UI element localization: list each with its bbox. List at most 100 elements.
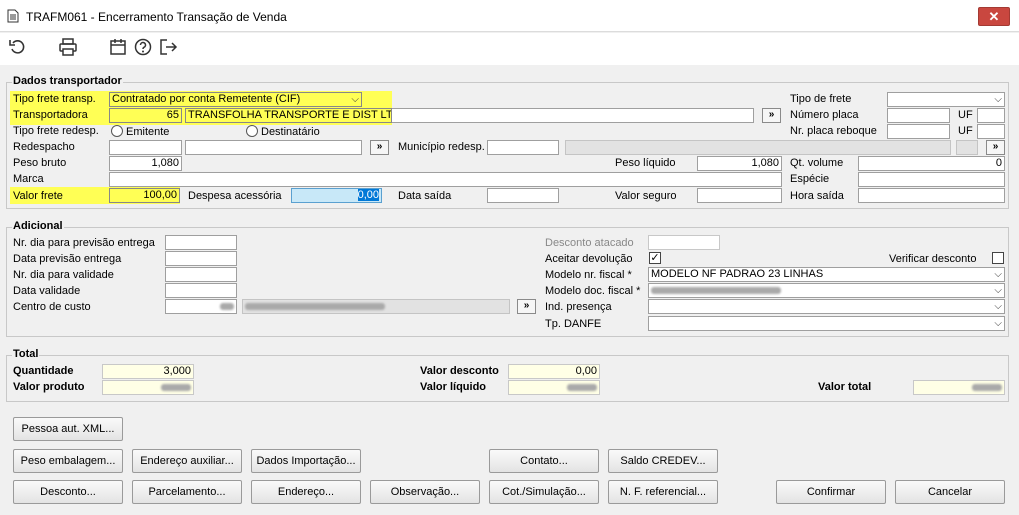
document-icon [7, 9, 19, 23]
qt-volume-input[interactable]: 0 [858, 156, 1005, 171]
numero-placa-input[interactable] [887, 108, 950, 123]
parcelamento-button[interactable]: Parcelamento... [132, 480, 242, 504]
tipo-de-frete-select[interactable]: ⌵ [887, 92, 1005, 107]
valor-produto-label: Valor produto [13, 381, 85, 393]
peso-embalagem-button[interactable]: Peso embalagem... [13, 449, 123, 473]
hora-saida-input[interactable] [858, 188, 1005, 203]
marca-label: Marca [13, 173, 44, 185]
nf-referencial-button[interactable]: N. F. referencial... [608, 480, 718, 504]
help-icon[interactable] [133, 37, 153, 57]
modelo-nr-fiscal-value: MODELO NF PADRAO 23 LINHAS [651, 268, 824, 280]
transportadora-label: Transportadora [13, 109, 88, 121]
nr-dia-valid-input[interactable] [165, 267, 237, 282]
redacted-code [220, 302, 234, 310]
cancelar-button[interactable]: Cancelar [895, 480, 1005, 504]
redespacho-name-input[interactable] [185, 140, 362, 155]
peso-liquido-label: Peso líquido [615, 157, 676, 169]
despesa-input[interactable]: 0,00 [291, 188, 382, 203]
endereco-auxiliar-button[interactable]: Endereço auxiliar... [132, 449, 242, 473]
centro-custo-code-input[interactable] [165, 299, 237, 314]
cot-simulacao-button[interactable]: Cot./Simulação... [489, 480, 599, 504]
transportadora-name-ext [392, 108, 754, 123]
dados-importacao-button[interactable]: Dados Importação... [251, 449, 361, 473]
valor-seguro-input[interactable] [697, 188, 782, 203]
transportadora-code-input[interactable]: 65 [109, 108, 182, 123]
modelo-nr-fiscal-select[interactable]: MODELO NF PADRAO 23 LINHAS ⌵ [648, 267, 1005, 282]
nr-dia-prev-input[interactable] [165, 235, 237, 250]
valor-produto-input [102, 380, 194, 395]
desconto-atacado-input [648, 235, 720, 250]
centro-custo-lookup-button[interactable]: » [517, 299, 536, 314]
calendar-icon[interactable] [108, 37, 128, 57]
especie-input[interactable] [858, 172, 1005, 187]
data-saida-label: Data saída [398, 190, 452, 202]
emitente-radio[interactable] [111, 125, 123, 137]
nr-placa-reboque-input[interactable] [887, 124, 950, 139]
destinatario-radio[interactable] [246, 125, 258, 137]
pessoa-aut-xml-button[interactable]: Pessoa aut. XML... [13, 417, 123, 441]
municipio-label: Município redesp. [398, 141, 485, 153]
print-icon[interactable] [58, 37, 78, 57]
tp-danfe-label: Tp. DANFE [545, 318, 602, 330]
nr-placa-reboque-label: Nr. placa reboque [790, 125, 877, 137]
redespacho-code-input[interactable] [109, 140, 182, 155]
saldo-credev-button[interactable]: Saldo CREDEV... [608, 449, 718, 473]
verificar-desconto-checkbox[interactable] [992, 252, 1004, 264]
redacted-valor-produto [161, 383, 191, 391]
peso-bruto-input[interactable]: 1,080 [109, 156, 182, 171]
nr-dia-valid-label: Nr. dia para validade [13, 269, 114, 281]
exit-icon[interactable] [158, 37, 178, 57]
hora-saida-label: Hora saída [790, 190, 844, 202]
placa-uf-input[interactable] [977, 108, 1005, 123]
redespacho-lookup-button[interactable]: » [370, 140, 389, 155]
confirmar-button[interactable]: Confirmar [776, 480, 886, 504]
municipio-uf-input [956, 140, 978, 155]
valor-frete-label: Valor frete [13, 190, 63, 202]
close-button[interactable]: ✕ [978, 7, 1010, 26]
tp-danfe-select[interactable]: ⌵ [648, 316, 1005, 331]
modelo-doc-fiscal-label: Modelo doc. fiscal * [545, 285, 641, 297]
marca-input[interactable] [109, 172, 782, 187]
tipo-frete-value: Contratado por conta Remetente (CIF) [112, 93, 301, 105]
valor-desconto-label: Valor desconto [420, 365, 499, 377]
tipo-frete-select[interactable]: Contratado por conta Remetente (CIF) ⌵ [109, 92, 362, 107]
centro-custo-name-input [242, 299, 510, 314]
aceitar-devolucao-checkbox[interactable]: ✓ [649, 252, 661, 264]
chevron-down-icon: ⌵ [994, 94, 1002, 105]
municipio-code-input[interactable] [487, 140, 559, 155]
despesa-label: Despesa acessória [188, 190, 282, 202]
desconto-button[interactable]: Desconto... [13, 480, 123, 504]
redespacho-label: Redespacho [13, 141, 75, 153]
redacted-name [245, 302, 385, 310]
desconto-atacado-label: Desconto atacado [545, 237, 634, 249]
data-saida-input[interactable] [487, 188, 559, 203]
data-valid-input[interactable] [165, 283, 237, 298]
tipo-frete-label: Tipo frete transp. [13, 93, 96, 105]
valor-frete-input[interactable]: 100,00 [109, 188, 180, 203]
valor-total-input [913, 380, 1005, 395]
adicional-group-title: Adicional [12, 220, 64, 232]
endereco-button[interactable]: Endereço... [251, 480, 361, 504]
ind-presenca-label: Ind. presença [545, 301, 612, 313]
observacao-button[interactable]: Observação... [370, 480, 480, 504]
modelo-doc-fiscal-select[interactable]: ⌵ [648, 283, 1005, 298]
chevron-down-icon: ⌵ [994, 318, 1002, 329]
transportadora-lookup-button[interactable]: » [762, 108, 781, 123]
reboque-uf-input[interactable] [977, 124, 1005, 139]
peso-liquido-input[interactable]: 1,080 [697, 156, 782, 171]
window-title: TRAFM061 - Encerramento Transação de Ven… [26, 10, 287, 24]
transportadora-name-input[interactable]: TRANSFOLHA TRANSPORTE E DIST LTDA [185, 108, 392, 123]
chevron-down-icon: ⌵ [351, 94, 359, 105]
modelo-nr-fiscal-label: Modelo nr. fiscal * [545, 269, 632, 281]
contato-button[interactable]: Contato... [489, 449, 599, 473]
ind-presenca-select[interactable]: ⌵ [648, 299, 1005, 314]
valor-desconto-input: 0,00 [508, 364, 600, 379]
refresh-icon[interactable] [8, 37, 28, 57]
data-prev-label: Data previsão entrega [13, 253, 122, 265]
peso-bruto-label: Peso bruto [13, 157, 67, 169]
quantidade-input: 3,000 [102, 364, 194, 379]
data-prev-input[interactable] [165, 251, 237, 266]
numero-placa-label: Número placa [790, 109, 859, 121]
redacted-valor-total [972, 383, 1002, 391]
municipio-lookup-button[interactable]: » [986, 140, 1005, 155]
